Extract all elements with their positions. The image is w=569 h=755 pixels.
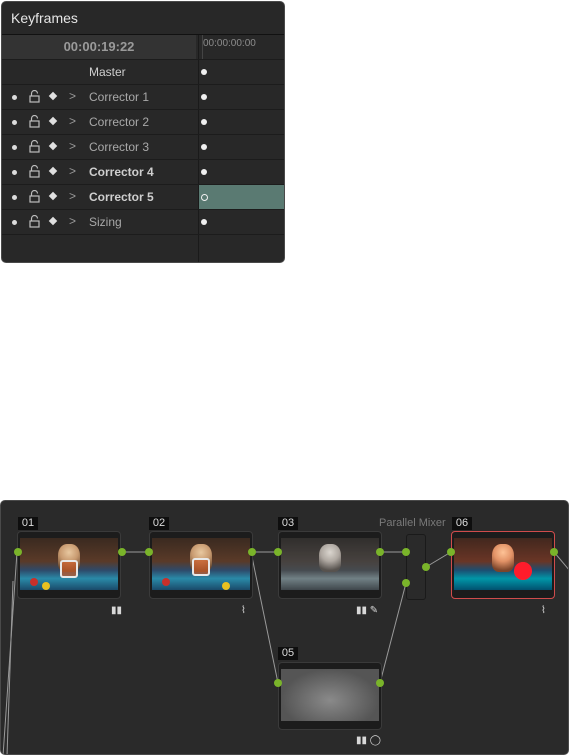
keyframe-marker[interactable] xyxy=(201,94,207,100)
keyframe-marker[interactable] xyxy=(201,119,207,125)
enable-dot-icon[interactable] xyxy=(12,195,17,200)
node-output-port[interactable] xyxy=(248,548,256,556)
curves-icon: ⌇ xyxy=(541,605,546,616)
node-thumbnail xyxy=(281,538,379,590)
node-input-port[interactable] xyxy=(14,548,22,556)
chevron-right-icon[interactable]: > xyxy=(69,114,76,128)
node-02[interactable] xyxy=(149,531,253,599)
chevron-right-icon[interactable]: > xyxy=(69,139,76,153)
timecode-display: 00:00:19:22 xyxy=(2,35,196,59)
node-graph[interactable]: 01 ▮▮ 02 ⌇ 03 ▮▮ ✎ Parallel Mixer 06 ⌇ 0… xyxy=(0,500,569,755)
lock-icon[interactable] xyxy=(29,90,40,103)
keyframe-marker[interactable] xyxy=(201,219,207,225)
lock-icon[interactable] xyxy=(29,190,40,203)
keyframe-diamond-icon[interactable] xyxy=(48,141,58,151)
keyframe-row-empty xyxy=(2,234,284,262)
keyframe-diamond-icon[interactable] xyxy=(48,116,58,126)
chevron-right-icon[interactable]: > xyxy=(69,189,76,203)
keyframe-row-master[interactable]: Master xyxy=(2,59,284,84)
chevron-right-icon[interactable]: > xyxy=(69,89,76,103)
node-05[interactable] xyxy=(278,662,382,730)
enable-dot-icon[interactable] xyxy=(12,220,17,225)
mixer-output-port[interactable] xyxy=(422,563,430,571)
row-label: Sizing xyxy=(89,215,122,229)
node-label: 05 xyxy=(278,647,298,660)
keyframe-row-corrector-5[interactable]: > Corrector 5 xyxy=(2,184,284,209)
row-label: Corrector 2 xyxy=(89,115,150,129)
keyframes-panel: Keyframes 00:00:19:22 00:00:00:00 Master… xyxy=(1,1,285,263)
enable-dot-icon[interactable] xyxy=(12,145,17,150)
node-label: 06 xyxy=(452,517,472,530)
keyframe-row-corrector-4[interactable]: > Corrector 4 xyxy=(2,159,284,184)
node-output-port[interactable] xyxy=(376,548,384,556)
node-input-port[interactable] xyxy=(447,548,455,556)
chevron-right-icon[interactable]: > xyxy=(69,214,76,228)
node-thumbnail xyxy=(454,538,552,590)
node-thumbnail xyxy=(281,669,379,721)
parallel-mixer-label: Parallel Mixer xyxy=(379,517,446,529)
node-input-port[interactable] xyxy=(145,548,153,556)
keyframe-diamond-icon[interactable] xyxy=(48,216,58,226)
bars-window-icon: ▮▮ ◯ xyxy=(356,735,381,746)
bars-icon: ▮▮ xyxy=(111,605,123,616)
keyframe-marker[interactable] xyxy=(201,69,207,75)
keyframe-row-corrector-2[interactable]: > Corrector 2 xyxy=(2,109,284,134)
row-label: Corrector 5 xyxy=(89,190,154,204)
lock-icon[interactable] xyxy=(29,165,40,178)
enable-dot-icon[interactable] xyxy=(12,120,17,125)
node-label: 02 xyxy=(149,517,169,530)
row-label: Corrector 1 xyxy=(89,90,150,104)
lock-icon xyxy=(60,560,78,578)
node-label: 01 xyxy=(18,517,38,530)
keyframe-diamond-icon[interactable] xyxy=(48,191,58,201)
chevron-right-icon[interactable]: > xyxy=(69,164,76,178)
keyframe-row-corrector-3[interactable]: > Corrector 3 xyxy=(2,134,284,159)
node-output-port[interactable] xyxy=(550,548,558,556)
node-01[interactable] xyxy=(17,531,121,599)
node-output-port[interactable] xyxy=(118,548,126,556)
keyframe-marker[interactable] xyxy=(201,144,207,150)
mixer-input-port[interactable] xyxy=(402,548,410,556)
row-label: Corrector 3 xyxy=(89,140,150,154)
keyframe-diamond-icon[interactable] xyxy=(48,166,58,176)
timeline-ruler[interactable]: 00:00:00:00 xyxy=(203,38,256,49)
mixer-input-port[interactable] xyxy=(402,579,410,587)
node-input-port[interactable] xyxy=(274,679,282,687)
node-label: 03 xyxy=(278,517,298,530)
panel-title: Keyframes xyxy=(11,10,78,26)
keyframe-row-corrector-1[interactable]: > Corrector 1 xyxy=(2,84,284,109)
node-03[interactable] xyxy=(278,531,382,599)
node-output-port[interactable] xyxy=(376,679,384,687)
lock-icon[interactable] xyxy=(29,215,40,228)
row-label: Master xyxy=(89,65,126,79)
row-label: Corrector 4 xyxy=(89,165,154,179)
selected-highlight xyxy=(199,185,284,209)
enable-dot-icon[interactable] xyxy=(12,170,17,175)
keyframe-row-sizing[interactable]: > Sizing xyxy=(2,209,284,234)
keyframe-marker[interactable] xyxy=(201,194,208,201)
keyframe-marker[interactable] xyxy=(201,169,207,175)
enable-dot-icon[interactable] xyxy=(12,95,17,100)
lock-icon[interactable] xyxy=(29,140,40,153)
node-06[interactable] xyxy=(451,531,555,599)
lock-icon xyxy=(192,558,210,576)
bars-picker-icon: ▮▮ ✎ xyxy=(356,605,379,616)
divider xyxy=(202,35,203,59)
node-input-port[interactable] xyxy=(274,548,282,556)
keyframe-diamond-icon[interactable] xyxy=(48,91,58,101)
lock-icon[interactable] xyxy=(29,115,40,128)
curves-icon: ⌇ xyxy=(241,605,246,616)
